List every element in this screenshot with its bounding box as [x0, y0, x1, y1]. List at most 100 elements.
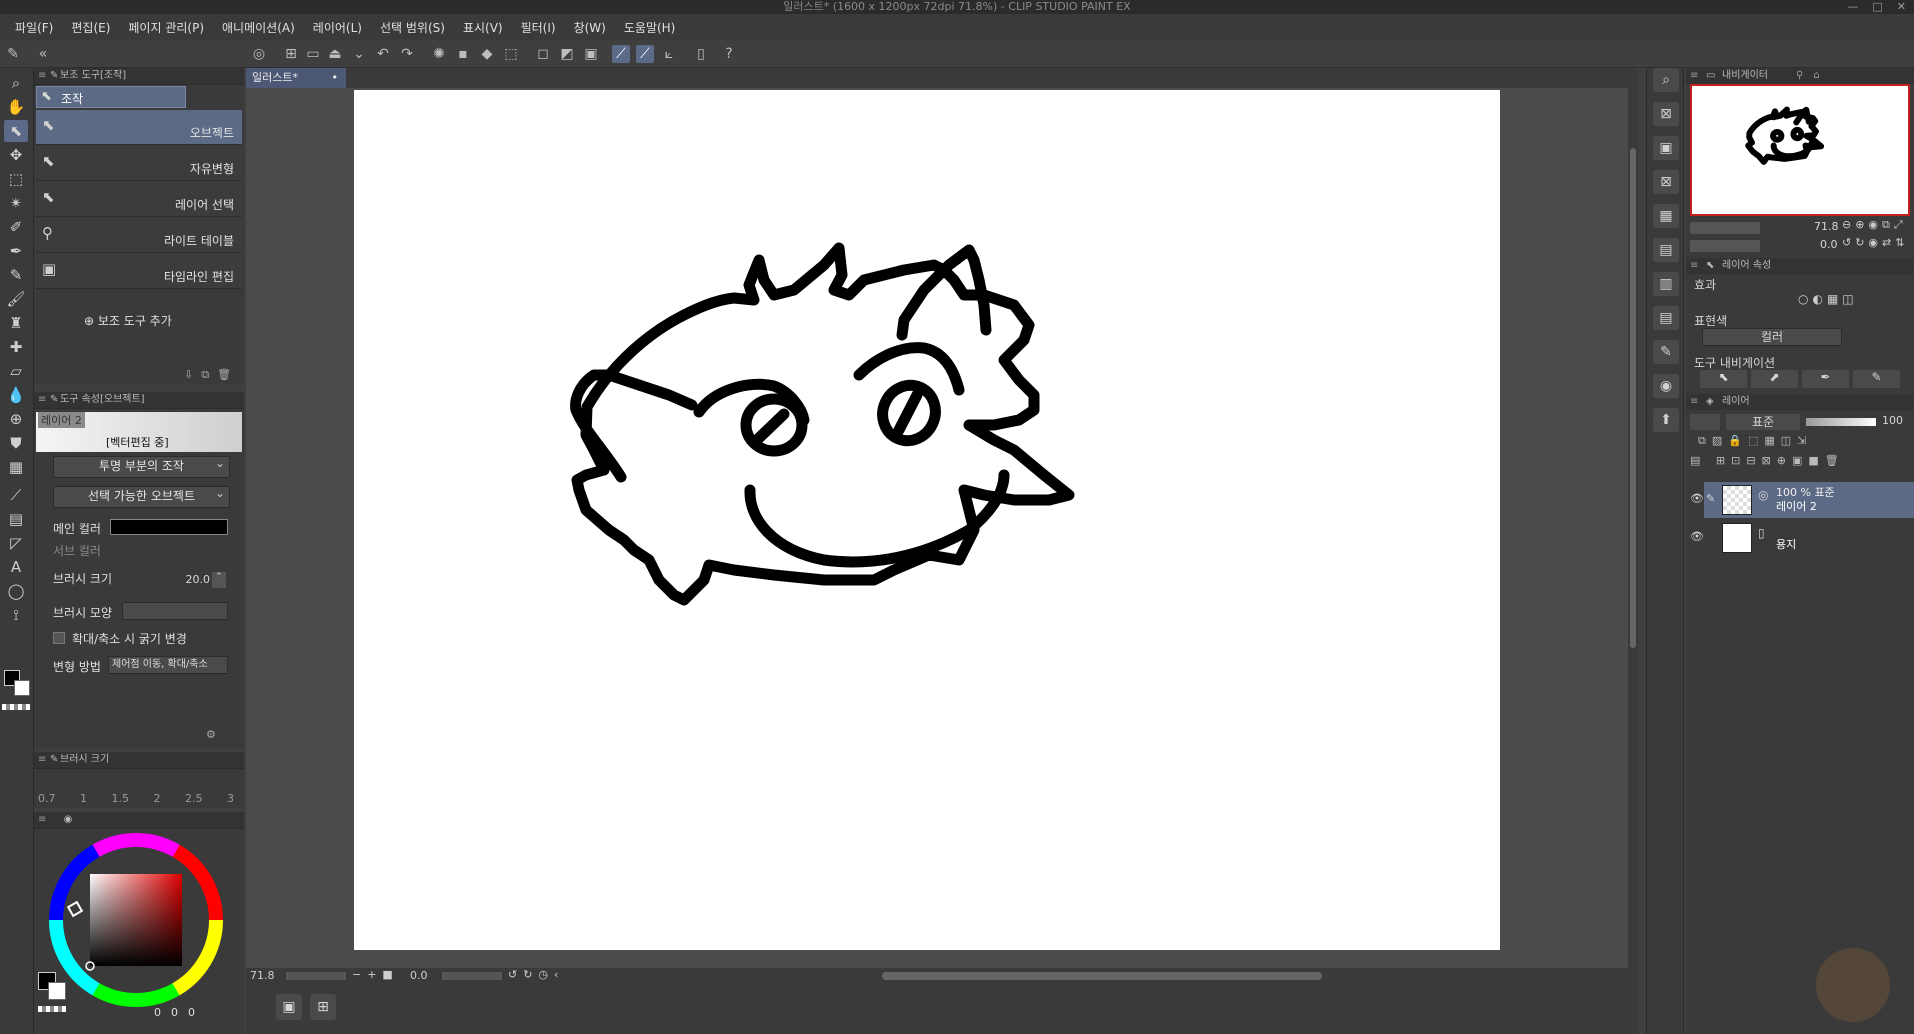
collapse-left-icon[interactable]: «: [34, 45, 52, 63]
menu-selection[interactable]: 선택 범위(S): [371, 19, 454, 36]
zoom-value[interactable]: 71.8: [250, 969, 275, 982]
eraser-icon[interactable]: ▱: [4, 360, 28, 382]
menu-filter[interactable]: 필터(I): [512, 19, 565, 36]
redo-icon[interactable]: ↷: [398, 45, 416, 63]
layer-toolbar-row-2[interactable]: ▤ ⊞⊡⊟⊠⊕▣■🗑: [1686, 454, 1914, 472]
scale-thickness-checkbox[interactable]: [53, 632, 65, 644]
text-icon[interactable]: A: [4, 556, 28, 578]
brush-size-value[interactable]: 20.0: [170, 572, 211, 588]
brush-size-preset[interactable]: 1.5: [112, 792, 130, 805]
wheel-transparent-color[interactable]: [38, 1006, 66, 1012]
selection-icon[interactable]: ⬚: [4, 168, 28, 190]
pencil-icon[interactable]: ✎: [4, 264, 28, 286]
material-icon[interactable]: ✎: [1653, 340, 1679, 364]
balloon-icon[interactable]: ◯: [4, 580, 28, 602]
nav-control-point-icon[interactable]: ⬈: [1751, 370, 1798, 388]
navigator-tab-icons[interactable]: ⚲⌂: [1796, 68, 1830, 84]
brush-shape-select[interactable]: [122, 602, 228, 620]
brush-size-preset[interactable]: 2: [154, 792, 161, 805]
minimize-button[interactable]: —: [1847, 0, 1858, 14]
subtool-timeline-edit[interactable]: ▣ 타임라인 편집: [36, 254, 242, 289]
material-icon[interactable]: ▥: [1653, 272, 1679, 296]
nav-brush-icon[interactable]: ✎: [1853, 370, 1900, 388]
material-icon[interactable]: ▤: [1653, 238, 1679, 262]
subtool-layer-select[interactable]: ⬉ 레이어 선택: [36, 182, 242, 217]
panel-menu-icon[interactable]: ≡: [38, 752, 46, 768]
opacity-slider[interactable]: [1806, 418, 1876, 426]
wheel-sub-color[interactable]: [48, 982, 66, 1000]
figure-icon[interactable]: ⟋: [4, 484, 28, 506]
material-icon[interactable]: ▦: [1653, 204, 1679, 228]
undo-icon[interactable]: ↶: [374, 45, 392, 63]
menu-view[interactable]: 표시(V): [454, 19, 512, 36]
navigator-preview[interactable]: [1690, 84, 1910, 216]
document-tab[interactable]: 일러스트* •: [246, 68, 346, 88]
sub-color-swatch[interactable]: [14, 680, 30, 696]
navigator-zoom-slider[interactable]: [1690, 222, 1760, 234]
panel-menu-icon[interactable]: ≡: [38, 392, 46, 408]
navigator-rotation-value[interactable]: 0.0: [1820, 238, 1838, 251]
subtool-light-table[interactable]: ⚲ 라이트 테이블: [36, 218, 242, 253]
vertical-scrollbar[interactable]: [1628, 88, 1638, 968]
transparent-operation-select[interactable]: 투명 부분의 조작: [53, 454, 230, 478]
brush-icon[interactable]: 🖌: [4, 288, 28, 310]
open-file-icon[interactable]: ▭: [304, 45, 322, 63]
clear-icon[interactable]: ▪: [454, 45, 472, 63]
mesh-icon[interactable]: ⊕: [4, 408, 28, 430]
menu-edit[interactable]: 편집(E): [62, 19, 119, 36]
material-icon[interactable]: ⊠: [1653, 170, 1679, 194]
subtool-free-transform[interactable]: ⬉ 자유변형: [36, 146, 242, 181]
show-selection-icon[interactable]: ▣: [582, 45, 600, 63]
brush-size-stepper[interactable]: ⌃: [212, 572, 226, 588]
navigator-zoom-buttons[interactable]: ⊖⊕◉⧉⤢: [1842, 218, 1907, 232]
animation-cels-icon[interactable]: ⊞: [310, 994, 336, 1020]
hue-handle[interactable]: [66, 900, 84, 918]
brush-size-preset[interactable]: 2.5: [185, 792, 203, 805]
menu-window[interactable]: 창(W): [565, 19, 615, 36]
menu-animation[interactable]: 애니메이션(A): [213, 19, 304, 36]
selectable-object-select[interactable]: 선택 가능한 오브젝트: [53, 484, 230, 508]
layer-row[interactable]: 👁 ✎ ◎ 100 % 표준 레이어 2: [1690, 482, 1914, 518]
material-icon[interactable]: ⊠: [1653, 102, 1679, 126]
eyedropper-icon[interactable]: ✐: [4, 216, 28, 238]
brush-size-preset[interactable]: 1: [80, 792, 87, 805]
document-tab-close[interactable]: •: [332, 68, 339, 88]
blend-icon[interactable]: 💧: [4, 384, 28, 406]
menu-file[interactable]: 파일(F): [6, 19, 62, 36]
material-icon[interactable]: ▣: [1653, 136, 1679, 160]
nav-object-icon[interactable]: ⬉: [1700, 370, 1747, 388]
navigator-rotation-buttons[interactable]: ↺↻◉⇄⇅: [1842, 236, 1908, 249]
clip-studio-icon[interactable]: ◎: [250, 45, 268, 63]
color-wheel[interactable]: [48, 832, 224, 1008]
nav-pen-icon[interactable]: ✒: [1802, 370, 1849, 388]
rotation-slider[interactable]: [442, 972, 502, 980]
print-icon[interactable]: ⌄: [350, 45, 368, 63]
subtool-group-tab[interactable]: ⬉ 조작: [36, 86, 186, 108]
fill-bucket-icon[interactable]: ⛊: [4, 432, 28, 454]
subtool-object[interactable]: ⬉ 오브젝트: [36, 110, 242, 145]
tablet-icon[interactable]: ▯: [692, 45, 710, 63]
horizontal-scrollbar[interactable]: [882, 972, 1322, 980]
zoom-slider[interactable]: [286, 972, 346, 980]
frame-icon[interactable]: ▤: [4, 508, 28, 530]
brush-size-preset[interactable]: 3: [227, 792, 234, 805]
expression-color-select[interactable]: 컬러: [1702, 328, 1842, 346]
brush-size-preset[interactable]: 0.7: [38, 792, 56, 805]
operation-tool-icon[interactable]: ⬉: [4, 120, 28, 142]
add-subtool-button[interactable]: ⊕ 보조 도구 추가: [84, 312, 172, 329]
pen-icon[interactable]: ✎: [4, 45, 22, 63]
transparent-color-swatch[interactable]: [2, 704, 30, 710]
color-wheel-tab-icon[interactable]: ◉: [64, 814, 73, 825]
invert-selection-icon[interactable]: ◩: [558, 45, 576, 63]
menu-page[interactable]: 페이지 관리(P): [119, 19, 213, 36]
material-icon[interactable]: ⬆: [1653, 408, 1679, 432]
auto-select-icon[interactable]: ✴: [4, 192, 28, 214]
main-color-field[interactable]: [110, 519, 228, 535]
gradient-icon[interactable]: ▦: [4, 456, 28, 478]
loading-icon[interactable]: ✺: [430, 45, 448, 63]
correct-line-icon[interactable]: ⟟: [4, 604, 28, 626]
rotation-buttons[interactable]: ↺↻◷‹: [508, 968, 564, 981]
save-icon[interactable]: ⏏: [326, 45, 344, 63]
transform-icon[interactable]: ⬚: [502, 45, 520, 63]
navigator-rotation-slider[interactable]: [1690, 240, 1760, 252]
